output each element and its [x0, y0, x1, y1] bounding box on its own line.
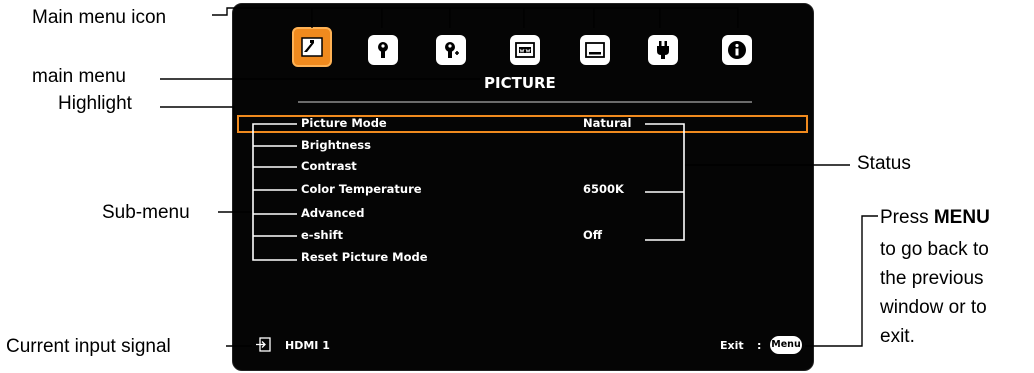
press-menu-leader	[805, 215, 878, 347]
callout-lines	[160, 7, 878, 347]
highlight-leader	[160, 106, 235, 115]
main-menu-icon-bracket	[212, 7, 739, 28]
status-bracket	[645, 123, 685, 241]
sub-menu-bracket	[252, 123, 297, 261]
